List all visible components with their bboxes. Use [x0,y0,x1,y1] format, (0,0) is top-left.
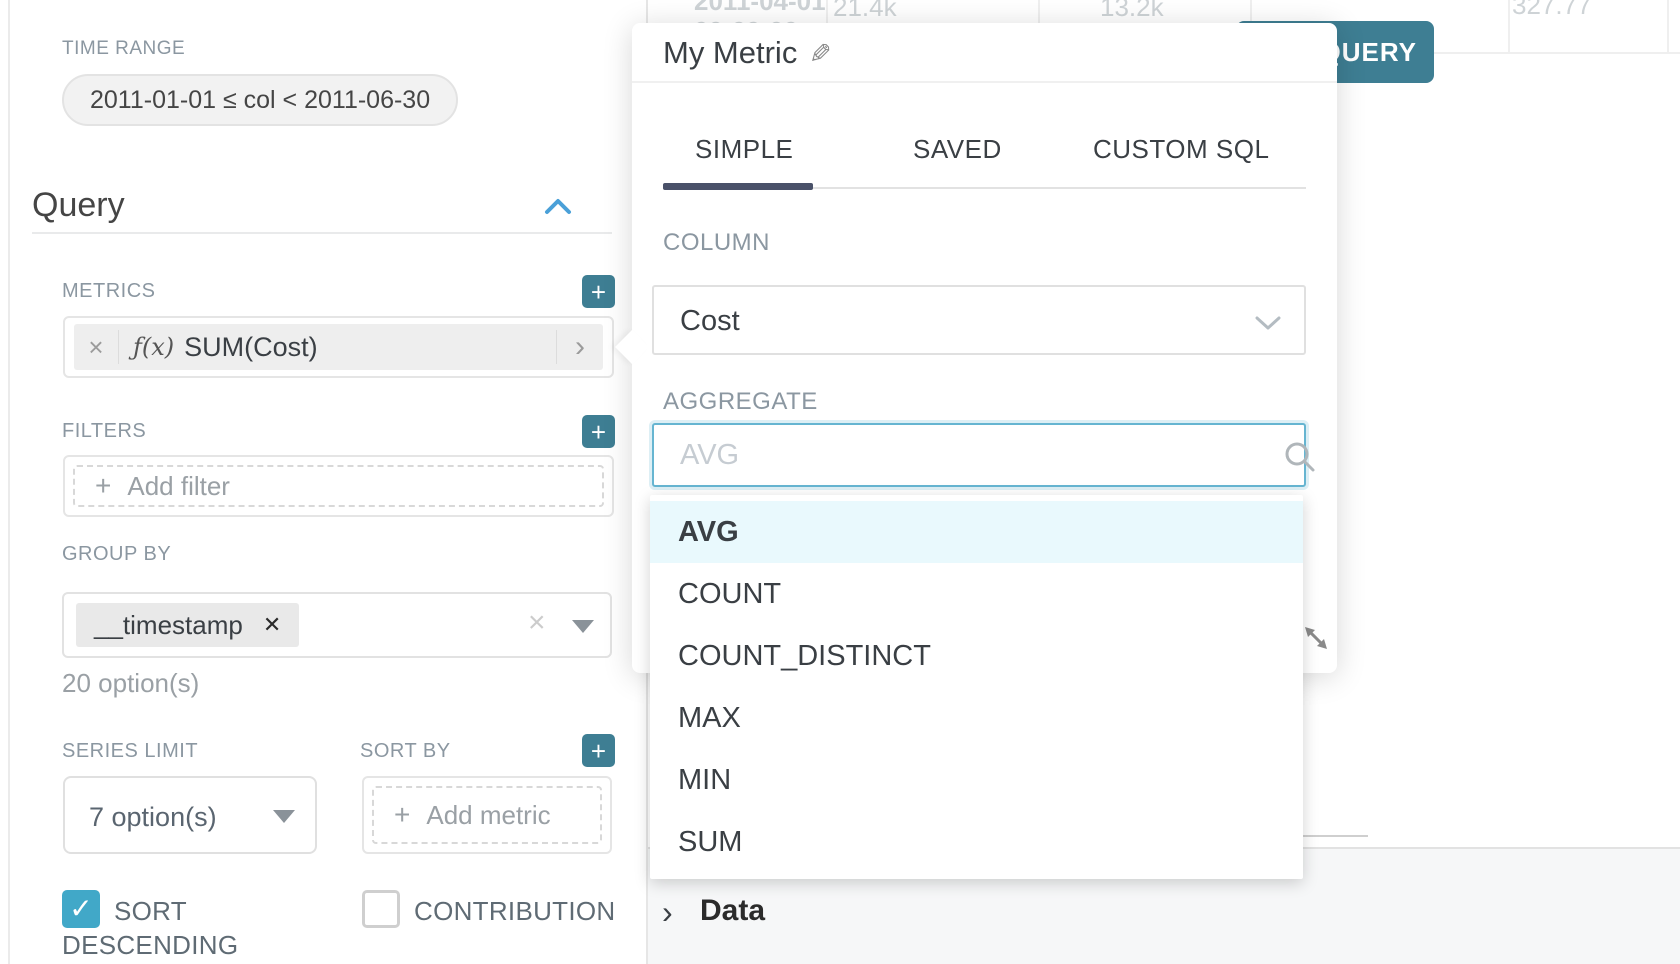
pill-separator [118,330,119,364]
metrics-label: METRICS [62,280,156,303]
aggregate-search-input[interactable] [652,423,1306,487]
table-gridline [1434,52,1680,54]
group-by-label: GROUP BY [62,543,171,566]
sort-by-label: SORT BY [360,740,451,763]
sort-descending-label-line2: DESCENDING [62,930,238,961]
filters-control: + Add filter [63,455,614,517]
chart-builder-screen: 2011-04-01 00:00:00 21.4k 13.2k 327.77 R… [0,0,1680,964]
group-by-options-hint: 20 option(s) [62,668,199,699]
add-filter-plus-button[interactable]: + [582,415,615,448]
series-limit-label: SERIES LIMIT [62,740,198,763]
table-cell-date: 2011-04-01 [694,0,826,17]
sort-descending-label-line1: SORT [114,896,187,927]
left-panel-edge [8,0,10,964]
aggregate-option-avg[interactable]: AVG [650,501,1303,563]
add-sort-metric-dropzone[interactable]: + Add metric [372,786,602,844]
series-limit-value: 7 option(s) [89,802,217,833]
aggregate-option-min[interactable]: MIN [650,749,1303,811]
metric-pill[interactable]: × ƒ(x) SUM(Cost) › [74,324,603,370]
aggregate-option-sum[interactable]: SUM [650,811,1303,873]
function-icon: ƒ(x) [133,333,174,361]
query-section-title: Query [32,186,125,225]
aggregate-option-count[interactable]: COUNT [650,563,1303,625]
plus-icon: + [95,470,111,502]
edit-title-pencil-icon[interactable]: ✎ [809,39,832,70]
plus-icon: + [394,799,410,831]
group-by-select[interactable]: __timestamp ✕ × [62,592,612,658]
add-sort-metric-label: Add metric [426,800,550,831]
aggregate-options-dropdown: AVG COUNT COUNT_DISTINCT MAX MIN SUM [650,495,1303,879]
sort-by-control: + Add metric [362,776,612,854]
column-value: Cost [680,305,740,338]
table-cell-value: 21.4k [833,0,897,23]
remove-tag-icon[interactable]: ✕ [263,612,281,638]
filters-label: FILTERS [62,420,146,443]
metric-name: SUM(Cost) [184,332,556,363]
data-section-chevron-icon[interactable]: › [662,894,673,931]
sort-descending-checkbox[interactable]: ✓ [62,890,100,928]
time-range-pill[interactable]: 2011-01-01 ≤ col < 2011-06-30 [62,74,458,126]
metric-title-text: My Metric [663,35,797,70]
table-gridline [1508,0,1510,52]
check-icon: ✓ [69,893,92,924]
aggregate-label: AGGREGATE [663,388,818,416]
tab-custom-sql[interactable]: CUSTOM SQL [1093,134,1269,165]
group-by-value-tag: __timestamp ✕ [76,603,299,647]
add-metric-plus-button[interactable]: + [582,275,615,308]
add-filter-label: Add filter [127,471,230,502]
contribution-label: CONTRIBUTION [414,896,615,927]
expand-metric-icon[interactable]: › [557,330,603,364]
time-range-label: TIME RANGE [62,38,185,60]
column-select[interactable]: Cost [652,285,1306,355]
select-caret-icon [273,810,295,823]
add-sort-metric-plus-button[interactable]: + [582,734,615,767]
group-by-value: __timestamp [94,610,243,641]
resize-handle-icon[interactable] [1302,624,1330,652]
table-cell-value: 327.77 [1512,0,1592,21]
section-divider [32,232,612,234]
popover-title: My Metric ✎ [663,35,832,71]
metrics-control: × ƒ(x) SUM(Cost) › [63,316,614,378]
aggregate-option-count-distinct[interactable]: COUNT_DISTINCT [650,625,1303,687]
select-caret-icon[interactable] [572,620,594,633]
table-cell-value: 13.2k [1100,0,1164,23]
search-icon [1283,440,1317,474]
tab-saved[interactable]: SAVED [913,134,1002,165]
column-label: COLUMN [663,229,770,257]
collapse-chevron-icon[interactable] [544,196,572,216]
add-filter-dropzone[interactable]: + Add filter [73,465,604,507]
contribution-checkbox[interactable] [362,890,400,928]
popover-header-divider [632,81,1337,83]
series-limit-select[interactable]: 7 option(s) [63,776,317,854]
remove-metric-icon[interactable]: × [74,332,118,363]
splitter-grip[interactable] [1300,835,1368,837]
chevron-down-icon [1254,315,1282,331]
table-gridline [1667,0,1669,52]
data-section-title[interactable]: Data [700,894,765,928]
active-tab-indicator [663,183,813,190]
tab-simple[interactable]: SIMPLE [695,134,793,165]
clear-select-icon[interactable]: × [528,606,546,640]
aggregate-option-max[interactable]: MAX [650,687,1303,749]
